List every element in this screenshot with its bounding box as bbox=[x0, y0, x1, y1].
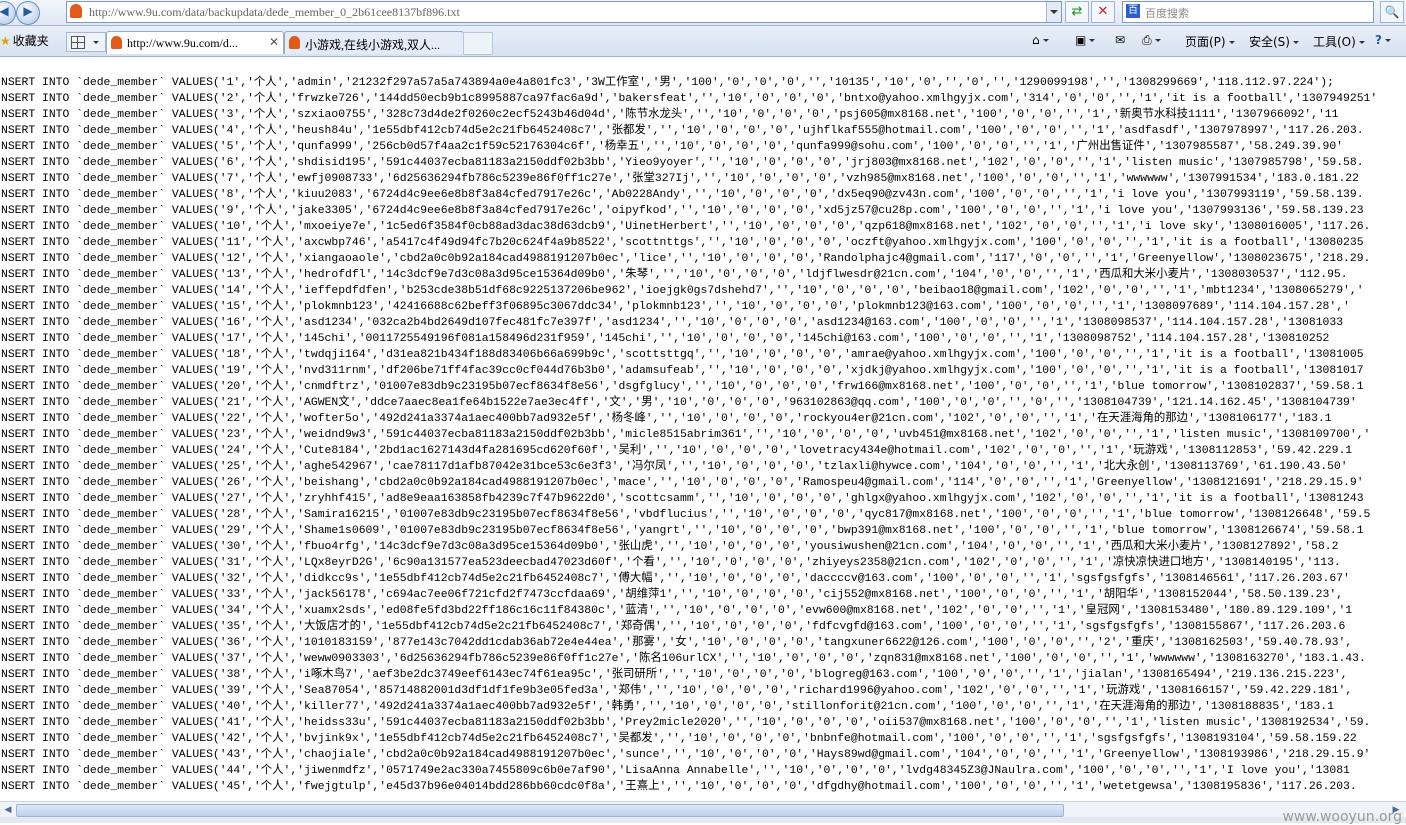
page-content: NSERT INTO `dede_member` VALUES('1','个人'… bbox=[0, 57, 1406, 801]
text-line: NSERT INTO `dede_member` VALUES('45','个人… bbox=[1, 781, 1357, 793]
rss-icon: ▣ bbox=[1075, 33, 1087, 47]
text-line: NSERT INTO `dede_member` VALUES('16','个人… bbox=[1, 317, 1344, 329]
url-dropdown-button[interactable] bbox=[1046, 2, 1061, 22]
baidu-logo-icon: 百 bbox=[1126, 4, 1140, 18]
tab-label: 小游戏,在线小游戏,双人... bbox=[305, 38, 441, 52]
url-text[interactable]: http://www.9u.com/data/backupdata/dede_m… bbox=[89, 5, 460, 20]
text-line: NSERT INTO `dede_member` VALUES('35','个人… bbox=[1, 621, 1346, 633]
text-line: NSERT INTO `dede_member` VALUES('37','个人… bbox=[1, 653, 1366, 665]
address-bar: ◀ ▶ http://www.9u.com/data/backupdata/de… bbox=[0, 0, 1406, 26]
text-line: NSERT INTO `dede_member` VALUES('30','个人… bbox=[1, 541, 1339, 553]
text-line: NSERT INTO `dede_member` VALUES('33','个人… bbox=[1, 589, 1344, 601]
text-line: NSERT INTO `dede_member` VALUES('32','个人… bbox=[1, 573, 1350, 585]
refresh-button[interactable]: ⇄ bbox=[1065, 1, 1089, 23]
scroll-left-arrow-icon[interactable]: ◀ bbox=[2, 804, 14, 816]
forward-button[interactable]: ▶ bbox=[16, 1, 40, 25]
new-tab-button[interactable] bbox=[463, 32, 493, 55]
safety-menu[interactable]: 安全(S) bbox=[1249, 33, 1299, 50]
text-line: NSERT INTO `dede_member` VALUES('17','个人… bbox=[1, 333, 1330, 345]
tab-favicon-icon bbox=[111, 36, 122, 49]
home-button[interactable]: ⌂ bbox=[1032, 33, 1049, 47]
text-line: NSERT INTO `dede_member` VALUES('20','个人… bbox=[1, 381, 1364, 393]
page-menu-label: 页面(P) bbox=[1185, 35, 1226, 49]
tab-label: http://www.9u.com/d... bbox=[127, 36, 238, 50]
text-line: NSERT INTO `dede_member` VALUES('11','个人… bbox=[1, 237, 1364, 249]
search-placeholder: 百度搜索 bbox=[1145, 7, 1189, 20]
text-line: NSERT INTO `dede_member` VALUES('13','个人… bbox=[1, 269, 1348, 281]
text-line: NSERT INTO `dede_member` VALUES('12','个人… bbox=[1, 253, 1371, 265]
text-line: NSERT INTO `dede_member` VALUES('2','个人'… bbox=[1, 93, 1378, 105]
text-line: NSERT INTO `dede_member` VALUES('5','个人'… bbox=[1, 141, 1344, 153]
url-field[interactable]: http://www.9u.com/data/backupdata/dede_m… bbox=[66, 1, 1062, 23]
text-line: NSERT INTO `dede_member` VALUES('21','个人… bbox=[1, 397, 1357, 409]
text-line: NSERT INTO `dede_member` VALUES('19','个人… bbox=[1, 365, 1364, 377]
horizontal-scrollbar[interactable]: ◀ ▶ bbox=[0, 801, 1406, 818]
status-bar bbox=[0, 817, 1406, 823]
text-line: NSERT INTO `dede_member` VALUES('36','个人… bbox=[1, 637, 1353, 649]
text-line: NSERT INTO `dede_member` VALUES('24','个人… bbox=[1, 445, 1353, 457]
text-line: NSERT INTO `dede_member` VALUES('26','个人… bbox=[1, 477, 1364, 489]
text-line: NSERT INTO `dede_member` VALUES('39','个人… bbox=[1, 685, 1353, 697]
print-button[interactable]: ⎙ bbox=[1142, 33, 1161, 48]
text-line: NSERT INTO `dede_member` VALUES('9','个人'… bbox=[1, 205, 1364, 217]
printer-icon: ⎙ bbox=[1142, 33, 1152, 47]
text-line: NSERT INTO `dede_member` VALUES('25','个人… bbox=[1, 461, 1348, 473]
text-line: NSERT INTO `dede_member` VALUES('43','个人… bbox=[1, 749, 1371, 761]
text-line: NSERT INTO `dede_member` VALUES('1','个人'… bbox=[1, 77, 1334, 89]
tools-menu-label: 工具(O) bbox=[1313, 35, 1356, 49]
favorites-label: 收藏夹 bbox=[12, 34, 49, 48]
text-line: NSERT INTO `dede_member` VALUES('6','个人'… bbox=[1, 157, 1364, 169]
page-menu[interactable]: 页面(P) bbox=[1185, 33, 1235, 50]
text-line: NSERT INTO `dede_member` VALUES('3','个人'… bbox=[1, 109, 1339, 121]
back-arrow-icon: ◀ bbox=[0, 4, 9, 18]
help-button[interactable]: ? bbox=[1375, 33, 1391, 47]
text-line: NSERT INTO `dede_member` VALUES('31','个人… bbox=[1, 557, 1341, 569]
text-line: NSERT INTO `dede_member` VALUES('34','个人… bbox=[1, 605, 1353, 617]
home-icon: ⌂ bbox=[1032, 33, 1040, 47]
feeds-button[interactable]: ▣ bbox=[1075, 33, 1096, 47]
search-icon: 🔍 bbox=[1384, 5, 1400, 19]
text-line: NSERT INTO `dede_member` VALUES('8','个人'… bbox=[1, 189, 1364, 201]
search-input[interactable]: 百 百度搜索 bbox=[1122, 1, 1374, 23]
text-line: NSERT INTO `dede_member` VALUES('22','个人… bbox=[1, 413, 1332, 425]
help-icon: ? bbox=[1375, 33, 1382, 47]
text-line: NSERT INTO `dede_member` VALUES('15','个人… bbox=[1, 301, 1350, 313]
tab-inactive[interactable]: 小游戏,在线小游戏,双人... bbox=[284, 31, 464, 54]
text-line: NSERT INTO `dede_member` VALUES('28','个人… bbox=[1, 509, 1371, 521]
text-line: NSERT INTO `dede_member` VALUES('7','个人'… bbox=[1, 173, 1359, 185]
text-line: NSERT INTO `dede_member` VALUES('23','个人… bbox=[1, 429, 1371, 441]
search-button[interactable]: 🔍 bbox=[1380, 1, 1404, 23]
text-line: NSERT INTO `dede_member` VALUES('10','个人… bbox=[1, 221, 1371, 233]
tools-menu[interactable]: 工具(O) bbox=[1313, 33, 1365, 50]
mail-button[interactable]: ✉ bbox=[1115, 33, 1125, 47]
sql-text: NSERT INTO `dede_member` VALUES('1','个人'… bbox=[1, 75, 1377, 795]
text-line: NSERT INTO `dede_member` VALUES('27','个人… bbox=[1, 493, 1364, 505]
text-line: NSERT INTO `dede_member` VALUES('40','个人… bbox=[1, 701, 1334, 713]
text-line: NSERT INTO `dede_member` VALUES('44','个人… bbox=[1, 765, 1350, 777]
forward-arrow-icon: ▶ bbox=[23, 4, 33, 18]
safety-menu-label: 安全(S) bbox=[1249, 35, 1290, 49]
text-line: NSERT INTO `dede_member` VALUES('38','个人… bbox=[1, 669, 1348, 681]
quick-tabs-button[interactable] bbox=[66, 32, 106, 52]
favorites-button[interactable]: ★ 收藏夹 bbox=[0, 32, 49, 49]
text-line: NSERT INTO `dede_member` VALUES('18','个人… bbox=[1, 349, 1364, 361]
page-favicon-icon bbox=[70, 4, 82, 18]
tab-close-icon[interactable]: ✕ bbox=[269, 35, 279, 49]
star-icon: ★ bbox=[0, 34, 11, 48]
back-button[interactable]: ◀ bbox=[0, 1, 16, 25]
tab-bar: ★ 收藏夹 http://www.9u.com/d... ✕ 小游戏,在线小游戏,… bbox=[0, 26, 1406, 57]
text-line: NSERT INTO `dede_member` VALUES('4','个人'… bbox=[1, 125, 1364, 137]
scrollbar-thumb[interactable] bbox=[16, 804, 1064, 817]
tab-active[interactable]: http://www.9u.com/d... ✕ bbox=[106, 31, 284, 54]
text-line: NSERT INTO `dede_member` VALUES('29','个人… bbox=[1, 525, 1364, 537]
mail-icon: ✉ bbox=[1115, 33, 1126, 47]
stop-button[interactable]: ✕ bbox=[1091, 1, 1115, 23]
text-line: NSERT INTO `dede_member` VALUES('14','个人… bbox=[1, 285, 1364, 297]
text-line: NSERT INTO `dede_member` VALUES('41','个人… bbox=[1, 717, 1371, 729]
text-line: NSERT INTO `dede_member` VALUES('42','个人… bbox=[1, 733, 1357, 745]
tab-favicon-icon bbox=[289, 36, 300, 49]
